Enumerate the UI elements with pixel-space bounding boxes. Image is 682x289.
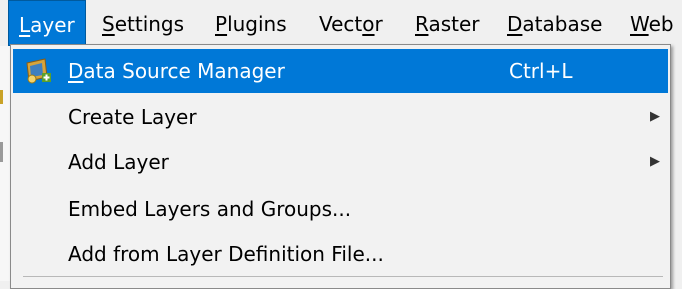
menu-item-add-from-layer-definition-file[interactable]: Add from Layer Definition File... [13,232,668,276]
menu-item-label: Create Layer [68,105,197,129]
menu-settings-label: ettings [114,12,185,36]
menu-item-label: Add Layer [68,150,169,174]
menu-item-create-layer[interactable]: Create Layer ▶ [13,95,668,139]
menu-database-mnemonic: D [507,12,523,36]
menu-separator [23,276,663,277]
submenu-arrow-icon: ▶ [650,109,660,124]
menu-item-embed-layers-and-groups[interactable]: Embed Layers and Groups... [13,187,668,231]
menu-layer-label: ayer [30,13,75,37]
menu-web-label: eb [648,12,674,36]
layer-menu-dropdown: Data Source Manager Ctrl+L Create Layer … [10,44,671,289]
background-toolbar-mark [0,142,3,162]
menu-web[interactable]: Web [630,0,674,46]
background-toolbar-mark [0,90,3,104]
menu-database[interactable]: Database [507,0,602,46]
menu-raster[interactable]: Raster [415,0,480,46]
menu-layer[interactable]: Layer [8,0,86,46]
menu-item-label: Add from Layer Definition File... [68,242,384,266]
menu-vector[interactable]: Vector [319,0,383,46]
menu-settings-mnemonic: S [102,12,115,36]
menu-vector-label-post: r [374,12,383,36]
menu-raster-mnemonic: R [415,12,429,36]
background-window-edge [0,46,10,281]
menu-item-data-source-manager[interactable]: Data Source Manager Ctrl+L [13,49,668,93]
data-source-manager-icon [26,58,51,84]
menu-item-mnemonic: D [68,59,84,83]
menu-bar: Layer Settings Plugins Vector Raster Dat… [0,0,682,46]
menu-vector-label-pre: Vect [319,12,363,36]
menu-item-text: ata Source Manager [83,59,285,83]
menu-item-add-layer[interactable]: Add Layer ▶ [13,140,668,184]
menu-plugins[interactable]: Plugins [215,0,287,46]
menu-raster-label: aster [428,12,480,36]
menu-layer-mnemonic: L [19,13,31,37]
submenu-arrow-icon: ▶ [650,154,660,169]
menu-plugins-label: lugins [227,12,287,36]
menu-item-label: Embed Layers and Groups... [68,197,352,221]
menu-vector-mnemonic: o [362,12,375,36]
menu-item-shortcut: Ctrl+L [509,59,573,83]
menu-plugins-mnemonic: P [215,12,228,36]
menu-database-label: atabase [522,12,603,36]
menu-settings[interactable]: Settings [102,0,184,46]
menu-item-label: Data Source Manager [68,49,285,93]
menu-web-mnemonic: W [630,12,649,36]
